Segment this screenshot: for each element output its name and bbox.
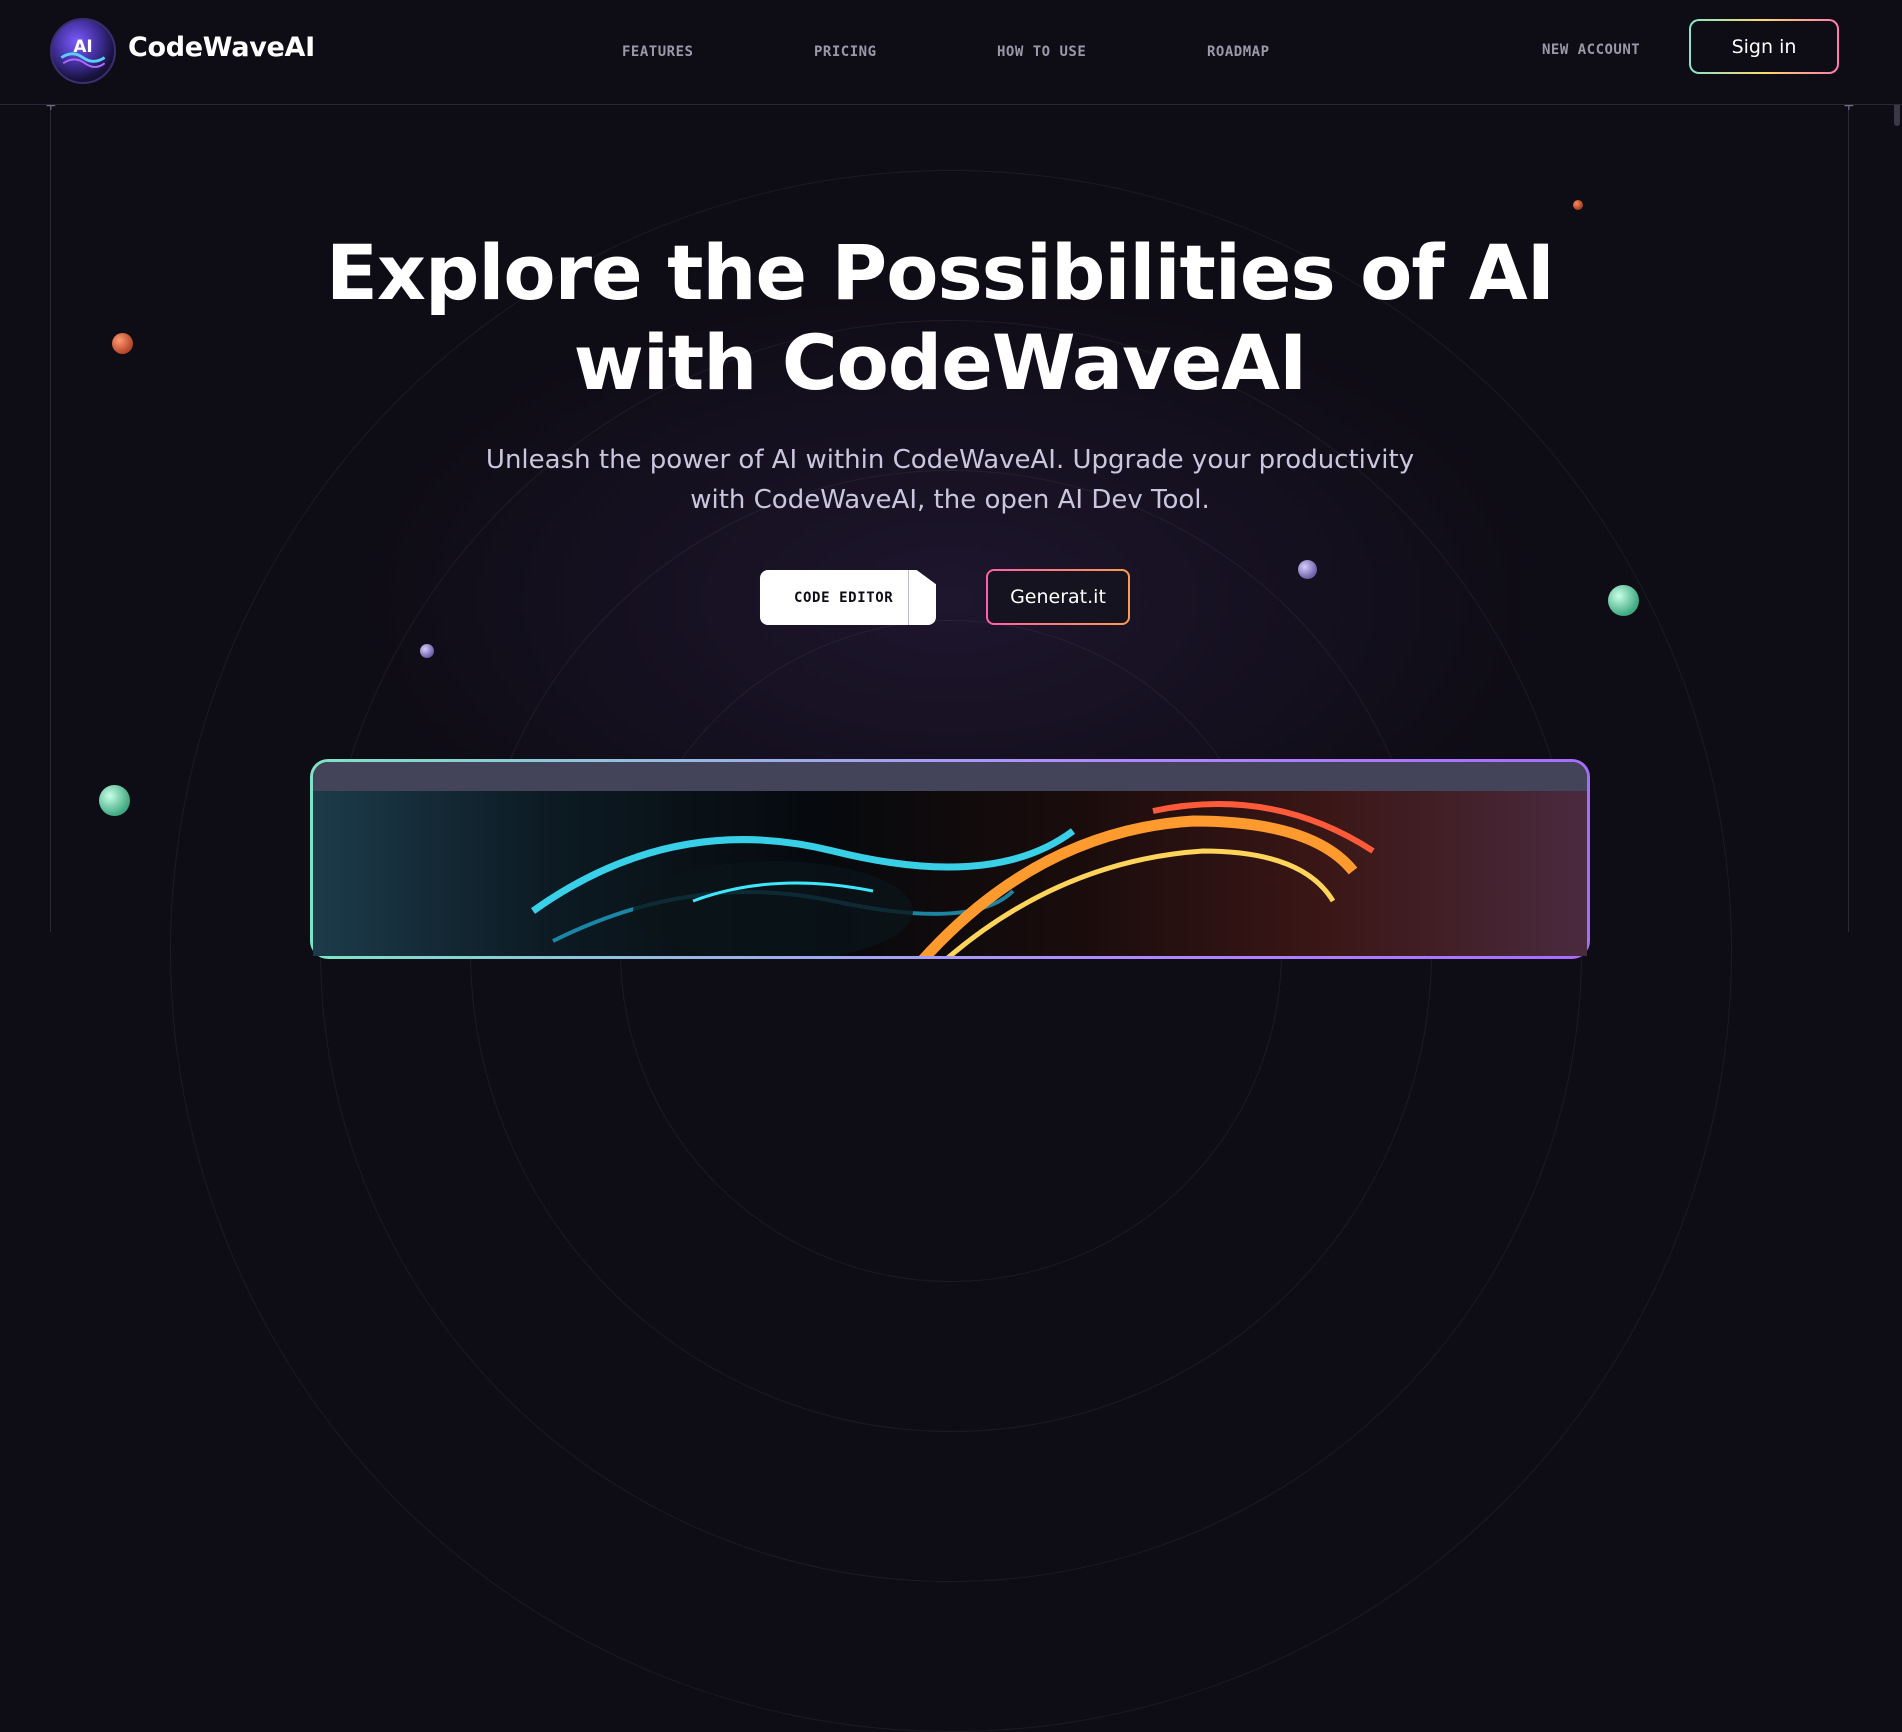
page-scrollbar[interactable] [1890, 0, 1902, 932]
nav-features[interactable]: FEATURES [622, 44, 693, 60]
code-editor-label: CODE EDITOR [794, 589, 894, 606]
hero-subtitle-line-2: with CodeWaveAI, the open AI Dev Tool. [690, 485, 1210, 515]
sign-in-label: Sign in [1691, 21, 1837, 72]
generate-label: Generat.it [988, 571, 1128, 623]
orb-purple-small [420, 644, 434, 658]
orb-green [1608, 585, 1639, 616]
logo-text: AI [73, 36, 92, 56]
app-preview-window [313, 762, 1587, 956]
generate-button[interactable]: Generat.it [986, 569, 1130, 625]
hero-title-line-1: Explore the Possibilities of AI [326, 228, 1555, 317]
hero-subtitle-line-1: Unleash the power of AI within CodeWaveA… [485, 445, 1415, 475]
orb-orange [112, 333, 133, 354]
orb-purple [1298, 560, 1317, 579]
nav-how-to-use[interactable]: HOW TO USE [997, 44, 1086, 60]
preview-title-bar [313, 762, 1587, 791]
site-header: AI CodeWaveAI FEATURES PRICING HOW TO US… [0, 0, 1902, 105]
brand-name[interactable]: CodeWaveAI [128, 32, 315, 63]
orb-green-left [99, 785, 130, 816]
hero-title-line-2: with CodeWaveAI [573, 318, 1308, 407]
button-divider [908, 570, 909, 625]
code-editor-button[interactable]: CODE EDITOR [760, 570, 936, 625]
hero-title: Explore the Possibilities of AI with Cod… [0, 228, 1880, 408]
new-account-link[interactable]: NEW ACCOUNT [1542, 42, 1640, 58]
nav-roadmap[interactable]: ROADMAP [1207, 44, 1270, 60]
nav-pricing[interactable]: PRICING [814, 44, 877, 60]
ai-logo-icon[interactable]: AI [50, 18, 116, 84]
sign-in-button[interactable]: Sign in [1689, 19, 1839, 74]
app-preview [310, 759, 1590, 959]
hero-subtitle: Unleash the power of AI within CodeWaveA… [470, 440, 1430, 520]
preview-image [313, 791, 1587, 956]
orb-orange-small [1573, 200, 1583, 210]
neon-abstract-illustration [530, 801, 1375, 956]
